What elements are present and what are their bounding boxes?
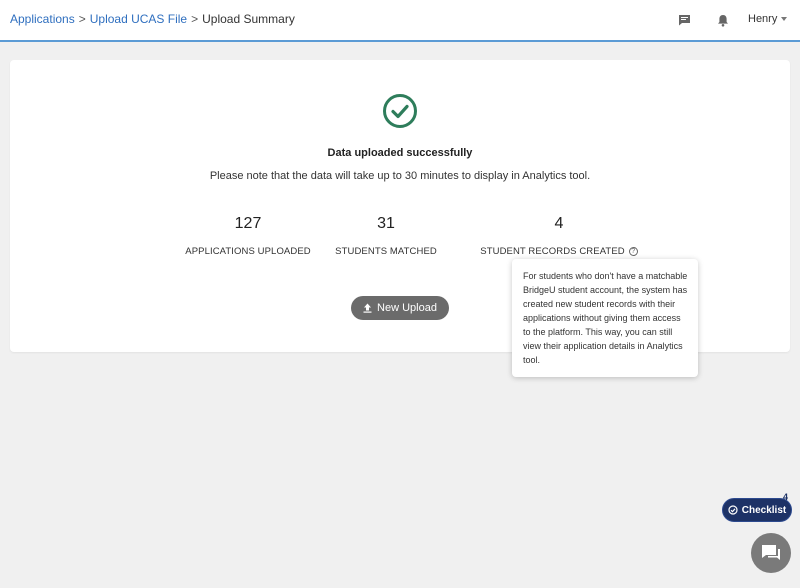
records-created-tooltip: For students who don't have a matchable …: [512, 259, 698, 377]
bell-icon[interactable]: [715, 12, 731, 28]
new-upload-label: New Upload: [377, 302, 437, 314]
top-bar: Applications > Upload UCAS File > Upload Sum…: [0, 0, 800, 42]
stat-label: APPLICATIONS UPLOADED: [185, 246, 311, 257]
new-upload-button[interactable]: New Upload: [351, 296, 449, 320]
breadcrumb-separator: >: [78, 12, 86, 26]
stat-value: 127: [234, 215, 262, 232]
chat-icon: [762, 545, 780, 560]
stat-students-matched: 31 STUDENTS MATCHED: [335, 214, 437, 257]
stat-applications-uploaded: 127 APPLICATIONS UPLOADED: [185, 214, 311, 257]
stat-label: STUDENT RECORDS CREATED: [480, 246, 625, 257]
user-menu[interactable]: Henry: [748, 13, 788, 25]
success-note: Please note that the data will take up t…: [209, 170, 591, 182]
checklist-label: Checklist: [741, 504, 787, 516]
info-icon[interactable]: ?: [628, 247, 638, 256]
breadcrumb-upload-ucas-file[interactable]: Upload UCAS File: [90, 12, 187, 26]
stat-value: 4: [554, 215, 564, 232]
checklist-button[interactable]: Checklist: [722, 498, 792, 522]
check-circle-icon: [728, 505, 738, 515]
breadcrumb-separator: >: [191, 12, 199, 26]
breadcrumb: Applications > Upload UCAS File > Upload Sum…: [10, 12, 295, 26]
checklist-badge: 4: [783, 492, 789, 502]
check-circle-icon: [382, 93, 418, 129]
breadcrumb-upload-summary: Upload Summary: [202, 12, 295, 26]
success-title: Data uploaded successfully: [327, 147, 473, 159]
upload-icon: [363, 303, 372, 313]
stat-student-records-created: 4 STUDENT RECORDS CREATED ?: [464, 214, 654, 257]
stat-value: 31: [377, 215, 395, 232]
user-name: Henry: [748, 13, 778, 25]
chevron-down-icon: [781, 17, 788, 21]
message-icon[interactable]: [676, 12, 692, 28]
stat-label: STUDENTS MATCHED: [335, 246, 437, 257]
chat-button[interactable]: [751, 533, 791, 573]
breadcrumb-applications[interactable]: Applications: [10, 12, 75, 26]
